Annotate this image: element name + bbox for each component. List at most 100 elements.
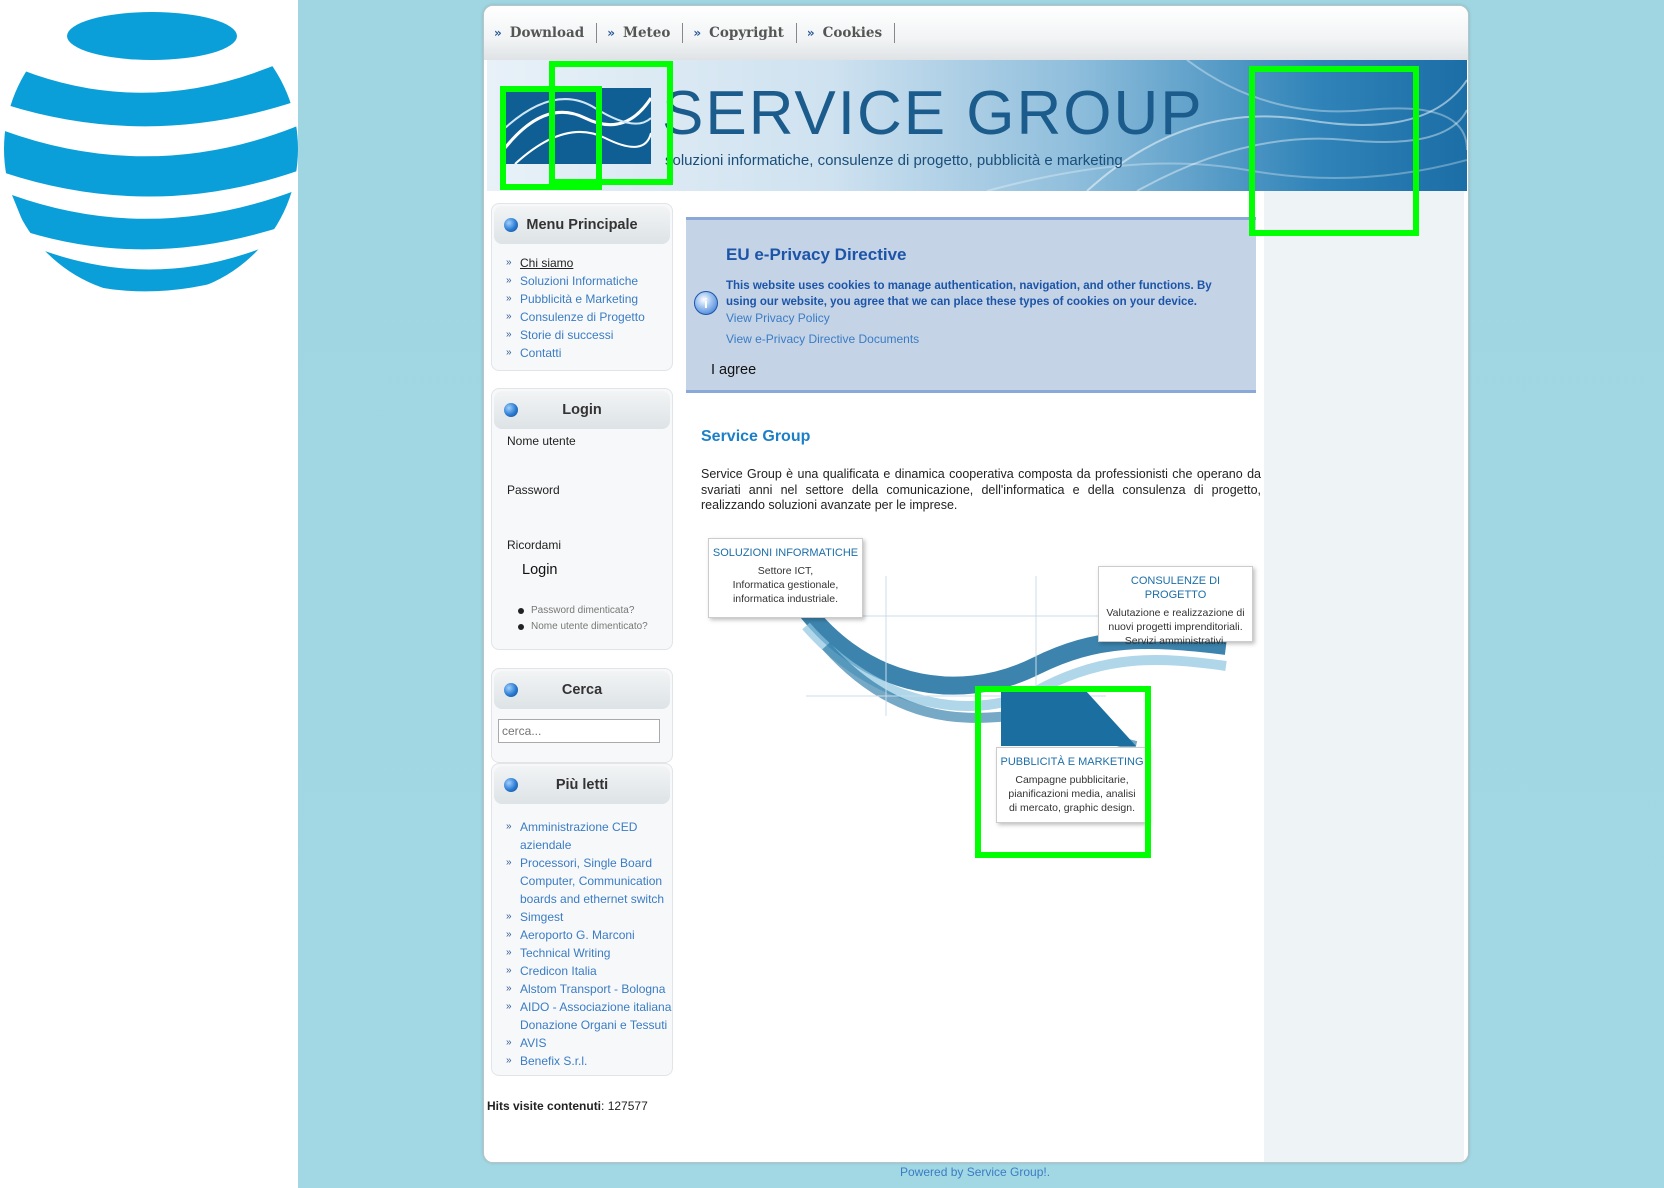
most-read-link[interactable]: Amministrazione CED aziendale <box>520 818 672 854</box>
most-read-link[interactable]: Processori, Single Board Computer, Commu… <box>520 854 672 908</box>
menu-link[interactable]: Consulenze di Progetto <box>520 308 645 326</box>
list-item[interactable]: » Processori, Single Board Computer, Comm… <box>506 854 672 908</box>
blue-orb-icon <box>504 683 518 697</box>
menu-link[interactable]: Storie di successi <box>520 326 613 344</box>
hits-counter: Hits visite contenuti: 127577 <box>487 1099 648 1113</box>
cerca-module: Cerca <box>491 668 673 763</box>
consulenze-progetto-box: CONSULENZE DI PROGETTO Valutazione e rea… <box>1098 566 1253 647</box>
hits-value: : 127577 <box>601 1099 648 1113</box>
cookie-title: EU e-Privacy Directive <box>726 245 907 264</box>
menu-item-chi-siamo[interactable]: » Chi siamo <box>506 254 672 272</box>
highlight-box <box>549 61 673 185</box>
nav-meteo[interactable]: » Meteo <box>607 23 684 43</box>
list-item[interactable]: » Alstom Transport - Bologna <box>506 980 672 998</box>
password-field[interactable] <box>492 497 672 538</box>
list-item[interactable]: » Benefix S.r.l. <box>506 1052 672 1070</box>
forgot-username-text: Nome utente dimenticato? <box>531 621 648 632</box>
box-title: CONSULENZE DI PROGETTO <box>1130 575 1221 601</box>
main-menu-list: » Chi siamo » Soluzioni Informatiche » Pubb… <box>492 246 672 370</box>
article-body: Service Group è una qualificata e dinami… <box>701 467 1261 512</box>
most-read-link[interactable]: Credicon Italia <box>520 962 597 980</box>
article-title: Service Group <box>701 428 811 445</box>
module-header: Cerca <box>494 671 670 709</box>
box-line: Informatica gestionale, <box>732 579 839 591</box>
banner-title: SERVICE GROUP <box>662 79 1204 148</box>
double-chevron-icon: » <box>506 857 512 868</box>
forgot-password-link[interactable]: Password dimenticata? <box>518 603 672 619</box>
eprivacy-docs-link[interactable]: View e-Privacy Directive Documents <box>726 332 919 346</box>
most-read-list: » Amministrazione CED aziendale » Processo… <box>492 806 672 1078</box>
menu-link[interactable]: Soluzioni Informatiche <box>520 272 638 290</box>
nav-label: Cookies <box>822 25 883 41</box>
double-chevron-icon: » <box>494 26 502 40</box>
password-label: Password <box>507 483 560 497</box>
login-button[interactable]: Login <box>492 562 672 578</box>
double-chevron-icon: » <box>806 26 815 40</box>
nav-cookies[interactable]: » Cookies <box>806 23 896 43</box>
menu-item-soluzioni-informatiche[interactable]: » Soluzioni Informatiche <box>506 272 672 290</box>
menu-item-storie-successi[interactable]: » Storie di successi <box>506 326 672 344</box>
piu-letti-module: Più letti » Amministrazione CED aziendale… <box>491 763 673 1076</box>
list-item[interactable]: » Technical Writing <box>506 944 672 962</box>
double-chevron-icon: » <box>506 911 512 922</box>
double-chevron-icon: » <box>506 983 512 994</box>
username-field[interactable] <box>492 448 672 483</box>
most-read-link[interactable]: AIDO - Associazione italiana Donazione O… <box>520 998 672 1034</box>
double-chevron-icon: » <box>506 821 512 832</box>
nav-label: Copyright <box>709 25 784 41</box>
double-chevron-icon: » <box>506 965 512 976</box>
list-item[interactable]: » AIDO - Associazione italiana Donazione … <box>506 998 672 1034</box>
banner-subtitle: soluzioni informatiche, consulenze di pr… <box>665 152 1123 169</box>
menu-principale-module: Menu Principale » Chi siamo » Soluzioni In… <box>491 203 673 371</box>
left-white-strip <box>0 0 298 1188</box>
double-chevron-icon: » <box>506 257 512 268</box>
privacy-policy-link[interactable]: View Privacy Policy <box>726 311 830 325</box>
menu-link[interactable]: Pubblicità e Marketing <box>520 290 638 308</box>
most-read-link[interactable]: Alstom Transport - Bologna <box>520 980 665 998</box>
double-chevron-icon: » <box>506 929 512 940</box>
double-chevron-icon: » <box>506 1055 512 1066</box>
list-item[interactable]: » Simgest <box>506 908 672 926</box>
list-item[interactable]: » AVIS <box>506 1034 672 1052</box>
menu-link[interactable]: Chi siamo <box>520 254 573 272</box>
module-title: Login <box>562 402 602 418</box>
nav-label: Download <box>509 25 585 41</box>
box-line: Valutazione e realizzazione di <box>1106 607 1245 619</box>
left-column: Menu Principale » Chi siamo » Soluzioni In… <box>487 191 677 1162</box>
menu-link[interactable]: Contatti <box>520 344 561 362</box>
double-chevron-icon: » <box>506 275 512 286</box>
blue-orb-icon <box>504 403 518 417</box>
most-read-link[interactable]: Aeroporto G. Marconi <box>520 926 635 944</box>
menu-item-contatti[interactable]: » Contatti <box>506 344 672 362</box>
module-header: Più letti <box>494 766 670 804</box>
list-item[interactable]: » Aeroporto G. Marconi <box>506 926 672 944</box>
search-input[interactable] <box>498 719 660 743</box>
list-item[interactable]: » Credicon Italia <box>506 962 672 980</box>
footer-powered-by[interactable]: Powered by Service Group!. <box>900 1165 1050 1179</box>
top-navigation: » Download » Meteo » Copyright » Cookies <box>484 6 1468 60</box>
module-header: Menu Principale <box>494 206 670 244</box>
forgot-password-text: Password dimenticata? <box>531 605 635 616</box>
box-line: informatica industriale. <box>732 593 839 605</box>
double-chevron-icon: » <box>506 1001 512 1012</box>
menu-item-pubblicita-marketing[interactable]: » Pubblicità e Marketing <box>506 290 672 308</box>
nav-download[interactable]: » Download <box>494 23 598 43</box>
double-chevron-icon: » <box>607 26 615 40</box>
double-chevron-icon: » <box>506 947 512 958</box>
forgot-username-link[interactable]: Nome utente dimenticato? <box>518 619 672 635</box>
most-read-link[interactable]: Technical Writing <box>520 944 610 962</box>
box-line: Servizi amministrativi. <box>1124 635 1227 647</box>
box-line: Settore ICT, <box>757 565 814 577</box>
remember-label[interactable]: Ricordami <box>492 538 672 552</box>
double-chevron-icon: » <box>506 347 512 358</box>
menu-item-consulenze-progetto[interactable]: » Consulenze di Progetto <box>506 308 672 326</box>
nav-copyright[interactable]: » Copyright <box>693 23 797 43</box>
agree-button[interactable]: I agree <box>711 362 756 378</box>
blue-orb-icon <box>504 218 518 232</box>
list-item[interactable]: » Amministrazione CED aziendale <box>506 818 672 854</box>
most-read-link[interactable]: Benefix S.r.l. <box>520 1052 587 1070</box>
login-module: Login Nome utente Password Ricordami Log… <box>491 388 673 650</box>
most-read-link[interactable]: Simgest <box>520 908 563 926</box>
most-read-link[interactable]: AVIS <box>520 1034 546 1052</box>
bullet-icon <box>518 608 524 614</box>
